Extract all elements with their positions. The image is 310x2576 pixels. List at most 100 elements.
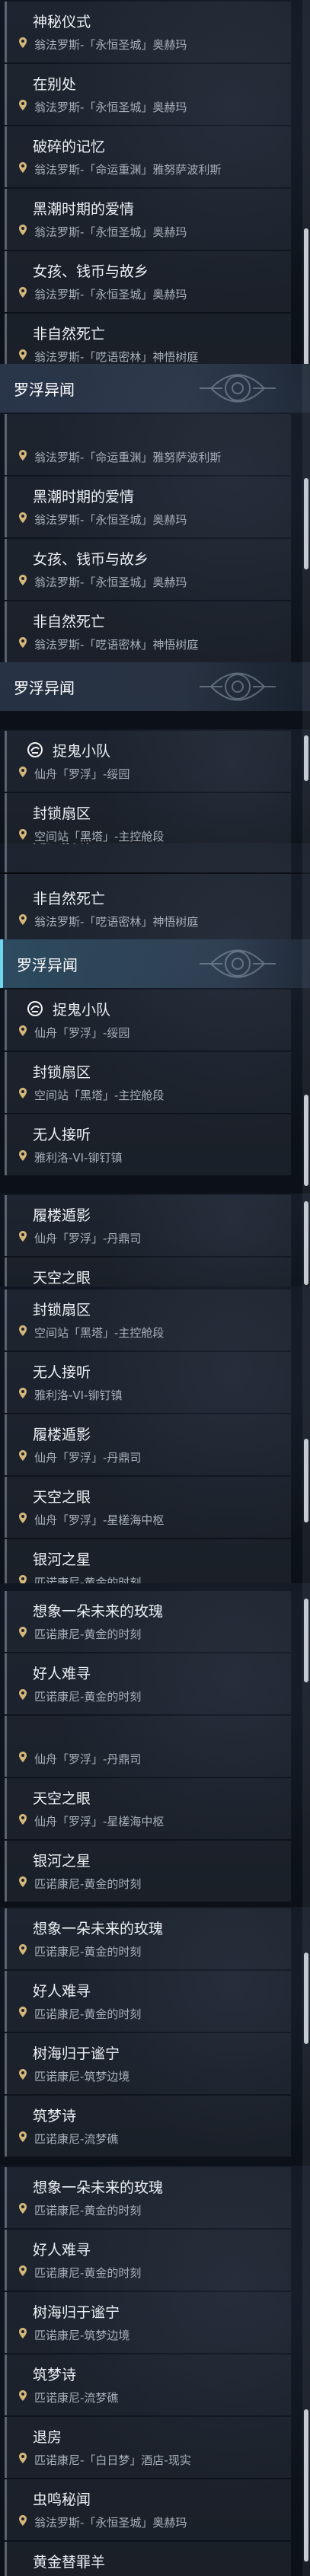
section-header-luofu[interactable]: 罗浮异闻 (0, 939, 310, 988)
quest-list-item[interactable]: 履楼遁影 仙舟「罗浮」-丹鼎司 (5, 1414, 291, 1475)
quest-location: 空间站「黑塔」-主控舱段 (34, 1089, 165, 1102)
quest-title: 天空之眼 (33, 1270, 91, 1286)
scrollbar-thumb[interactable] (304, 1095, 308, 1186)
quest-title: 黑潮时期的爱情 (33, 201, 135, 218)
quest-list-item[interactable]: 无人接听 雅利洛-VI-铆钉镇 (5, 1352, 291, 1413)
scrollbar-thumb[interactable] (304, 2409, 308, 2562)
location-pin-icon (19, 2131, 27, 2142)
quest-list-item[interactable]: 破碎的记忆翁法罗斯-「命运重渊」雅努萨波利斯 (5, 126, 291, 187)
quest-location: 匹诺康尼-黄金的时刻 (34, 2204, 142, 2217)
quest-title: 封锁扇区 (33, 1064, 91, 1081)
quest-list-item[interactable]: 树海归于谧宁 匹诺康尼-筑梦边境 (5, 2292, 291, 2353)
location-pin-icon (19, 1231, 27, 1242)
quest-location: 翁法罗斯-「永恒圣城」奥赫玛 (34, 575, 187, 589)
section-header-luofu[interactable]: 罗浮异闻 (0, 662, 310, 711)
quest-list-item[interactable]: 天空之眼仙舟「罗浮」-星槎海中枢 (5, 1258, 291, 1286)
scrollbar-track[interactable] (302, 1286, 310, 1583)
quest-list-item[interactable]: 退房 匹诺康尼-「白日梦」酒店-现实 (5, 2417, 291, 2478)
location-pin-icon (19, 637, 27, 648)
quest-location: 翁法罗斯-「命运重渊」雅努萨波利斯 (34, 451, 222, 464)
quest-list-item[interactable]: 银河之星 匹诺康尼-黄金的时刻 (5, 1841, 291, 1902)
quest-list-item[interactable]: 天空之眼仙舟「罗浮」-星槎海中枢 (5, 1477, 291, 1538)
region-emblem-icon (200, 949, 276, 978)
quest-title: 履楼遁影 (33, 1427, 91, 1443)
scrollbar-thumb[interactable] (304, 1953, 308, 2044)
location-pin-icon (19, 1325, 27, 1336)
quest-list-item[interactable]: 封锁扇区 空间站「黑塔」-主控舱段 (5, 1290, 291, 1350)
quest-list-item[interactable]: 非自然死亡 翁法罗斯-「呓语密林」神悟树庭 (5, 878, 291, 939)
quest-title: 想象一朵未来的玫瑰 (33, 1921, 164, 1937)
quest-list-item[interactable]: 黑潮时期的爱情 翁法罗斯-「永恒圣城」奥赫玛 (5, 477, 291, 537)
quest-title: 女孩、钱币与故乡 (33, 263, 149, 280)
quest-list-item[interactable]: 非自然死亡 翁法罗斯-「呓语密林」神悟树庭 (5, 601, 291, 662)
quest-list-item[interactable]: 想象一朵未来的玫瑰匹诺康尼-黄金的时刻 (5, 1591, 291, 1652)
quest-title: 树海归于谧宁 (33, 2304, 120, 2321)
quest-list-panel: 无人接听非自然死亡翁法罗斯-「呓语密林」神悟树庭罗浮异闻捉鬼小队仙舟「罗浮」-绥… (0, 843, 310, 1194)
quest-list-item[interactable]: 在别处 翁法罗斯-「永恒圣城」奥赫玛 (5, 64, 291, 125)
quest-title: 破碎的记忆 (33, 139, 106, 155)
quest-list-item[interactable]: 捉鬼小队 仙舟「罗浮」-绥园 (5, 990, 291, 1050)
quest-list-item[interactable]: 黑潮时期的爱情 翁法罗斯-「永恒圣城」奥赫玛 (5, 189, 291, 250)
quest-list-item[interactable]: 封锁扇区空间站「黑塔」-主控舱段 (5, 1052, 291, 1113)
quest-list-item[interactable]: 想象一朵未来的玫瑰 匹诺康尼-黄金的时刻 (5, 2167, 291, 2228)
quest-list-item[interactable]: 筑梦诗 匹诺康尼-流梦礁 (5, 2096, 291, 2157)
quest-list-item[interactable]: 翁法罗斯-「命运重渊」雅努萨波利斯 (5, 414, 291, 475)
quest-list-item[interactable]: 好人难寻 匹诺康尼-黄金的时刻 (5, 2230, 291, 2291)
quest-list-item[interactable]: 仙舟「罗浮」-丹鼎司 (5, 1716, 291, 1777)
quest-list-item[interactable]: 好人难寻 匹诺康尼-黄金的时刻 (5, 1653, 291, 1714)
quest-title: 无人接听 (33, 843, 91, 847)
quest-location: 翁法罗斯-「永恒圣城」奥赫玛 (34, 2516, 187, 2530)
scrollbar-thumb[interactable] (304, 478, 308, 569)
scrollbar-thumb[interactable] (304, 228, 308, 364)
quest-title: 好人难寻 (33, 2242, 91, 2259)
quest-location: 匹诺康尼-黄金的时刻 (34, 1576, 142, 1583)
quest-list-item[interactable]: 好人难寻 匹诺康尼-黄金的时刻 (5, 1971, 291, 2032)
quest-title: 树海归于谧宁 (33, 2045, 120, 2062)
quest-location: 翁法罗斯-「永恒圣城」奥赫玛 (34, 513, 187, 527)
quest-list-item[interactable]: 想象一朵未来的玫瑰 匹诺康尼-黄金的时刻 (5, 1908, 291, 1969)
quest-list-item[interactable]: 履楼遁影 仙舟「罗浮」-丹鼎司 (5, 1195, 291, 1256)
quest-list-item[interactable]: 树海归于谧宁匹诺康尼-筑梦边境 (5, 2033, 291, 2094)
quest-location: 翁法罗斯-「永恒圣城」奥赫玛 (34, 100, 187, 114)
location-pin-icon (19, 37, 27, 48)
quest-list-item[interactable]: 虫鸣秘闻 翁法罗斯-「永恒圣城」奥赫玛 (5, 2479, 291, 2540)
quest-list-panel: 想象一朵未来的玫瑰 匹诺康尼-黄金的时刻 好人难寻 匹诺康尼-黄金的时刻树海归于谧宁匹… (0, 1907, 310, 2166)
quest-list-item[interactable]: 黄金替罪羊翁法罗斯-「永恒圣城」奥赫玛 (5, 2542, 291, 2576)
scrollbar-thumb[interactable] (304, 1599, 308, 1682)
quest-title: 想象一朵未来的玫瑰 (33, 1603, 164, 1620)
quest-title: 银河之星 (33, 1853, 91, 1870)
quest-list-item[interactable]: 天空之眼仙舟「罗浮」-星槎海中枢 (5, 1778, 291, 1839)
quest-list-item[interactable]: 女孩、钱币与故乡 翁法罗斯-「永恒圣城」奥赫玛 (5, 251, 291, 312)
location-pin-icon (19, 2390, 27, 2401)
scrollbar-thumb[interactable] (304, 735, 308, 781)
quest-list-item[interactable]: 封锁扇区 空间站「黑塔」-主控舱段 (5, 793, 291, 843)
quest-title: 天空之眼 (33, 1489, 91, 1506)
location-pin-icon (19, 1944, 27, 1955)
companion-quest-icon (27, 742, 43, 757)
scrollbar-thumb[interactable] (304, 1439, 308, 1522)
quest-location: 翁法罗斯-「呓语密林」神悟树庭 (34, 350, 199, 364)
quest-list-item[interactable]: 无人接听 雅利洛-VI-铆钉镇 (5, 1114, 291, 1175)
quest-location: 雅利洛-VI-铆钉镇 (34, 1151, 123, 1165)
quest-location: 匹诺康尼-筑梦边境 (34, 2070, 130, 2083)
quest-list-item[interactable]: 女孩、钱币与故乡 翁法罗斯-「永恒圣城」奥赫玛 (5, 539, 291, 600)
quest-list-item[interactable]: 捉鬼小队 仙舟「罗浮」-绥园 (5, 731, 291, 792)
quest-list-item[interactable]: 非自然死亡 翁法罗斯-「呓语密林」神悟树庭 (5, 314, 291, 364)
section-header-luofu[interactable]: 罗浮异闻 (0, 364, 310, 413)
quest-title: 非自然死亡 (33, 614, 106, 630)
location-pin-icon (19, 1752, 27, 1762)
location-pin-icon (19, 1450, 27, 1461)
quest-title: 退房 (33, 2429, 62, 2446)
quest-location: 翁法罗斯-「呓语密林」神悟树庭 (34, 915, 199, 929)
quest-list-item[interactable]: 筑梦诗 匹诺康尼-流梦礁 (5, 2354, 291, 2415)
section-header-title: 罗浮异闻 (17, 956, 78, 974)
quest-list-item[interactable]: 银河之星 匹诺康尼-黄金的时刻 (5, 1539, 291, 1583)
quest-list-item[interactable]: 神秘仪式 翁法罗斯-「永恒圣城」奥赫玛 (5, 2, 291, 62)
location-pin-icon (19, 1876, 27, 1887)
quest-location: 匹诺康尼-黄金的时刻 (34, 1628, 142, 1641)
scrollbar-thumb[interactable] (304, 1201, 308, 1285)
location-pin-icon (19, 1575, 27, 1583)
quest-location: 翁法罗斯-「命运重渊」雅努萨波利斯 (34, 163, 222, 177)
location-pin-icon (19, 1025, 27, 1036)
location-pin-icon (19, 1388, 27, 1398)
